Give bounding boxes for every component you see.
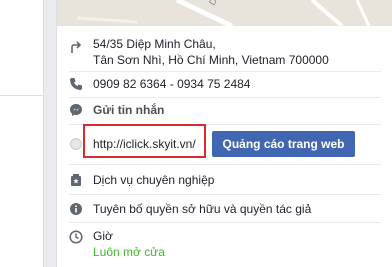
map-preview[interactable]: Do	[57, 0, 392, 26]
address-line-1: 54/35 Diệp Minh Châu,	[93, 37, 216, 51]
hours-status: Luôn mở cửa	[93, 245, 165, 259]
left-column-card	[0, 0, 44, 267]
phone-number: 0909 82 6364 - 0934 75 2484	[93, 77, 251, 91]
map-roads	[76, 0, 371, 26]
highlight-box	[83, 124, 206, 158]
info-icon	[69, 202, 83, 216]
address-line-2: Tân Sơn Nhì, Hồ Chí Minh, Vietnam 700000	[93, 53, 329, 67]
messenger-row[interactable]: Gửi tin nhắn	[57, 100, 392, 122]
divider	[69, 194, 381, 195]
divider	[69, 97, 381, 98]
address-row: 54/35 Diệp Minh Châu, Tân Sơn Nhì, Hồ Ch…	[57, 36, 392, 70]
divider	[69, 222, 381, 223]
ownership-row: Tuyên bố quyền sở hữu và quyền tác giả	[57, 198, 392, 220]
bookmark-tag-icon	[69, 173, 83, 187]
clock-icon	[69, 230, 83, 244]
phone-row: 0909 82 6364 - 0934 75 2484	[57, 75, 392, 95]
globe-icon	[69, 137, 83, 151]
hours-row: Giờ Luôn mở cửa	[57, 226, 392, 262]
advertise-website-button[interactable]: Quảng cáo trang web	[212, 131, 355, 157]
ownership-link[interactable]: Tuyên bố quyền sở hữu và quyền tác giả	[93, 202, 311, 217]
send-message-link[interactable]: Gửi tin nhắn	[93, 103, 164, 118]
divider	[69, 71, 381, 72]
messenger-icon	[69, 103, 83, 117]
category-link[interactable]: Dịch vụ chuyên nghiệp	[93, 173, 214, 188]
left-divider	[0, 95, 43, 96]
divider	[69, 164, 381, 165]
directions-arrow-icon	[69, 40, 83, 54]
page-info-card: Do 54/35 Diệp Minh Châu, Tân Sơn Nhì, Hồ…	[56, 0, 392, 267]
phone-icon	[69, 77, 83, 91]
category-row: Dịch vụ chuyên nghiệp	[57, 170, 392, 192]
hours-label: Giờ	[93, 229, 113, 243]
